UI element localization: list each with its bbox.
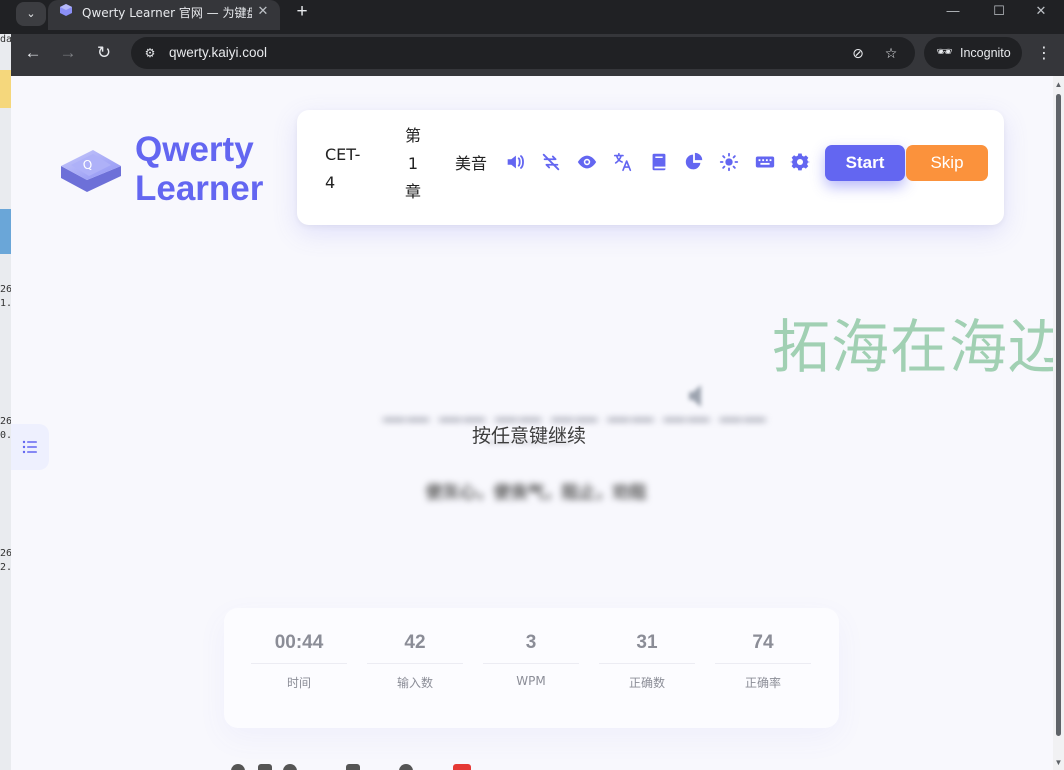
incognito-icon: 🕶 [936,44,953,59]
stat-divider [715,663,811,664]
app-name-line2: Learner [135,169,264,208]
press-any-key-hint: 按任意键继续 [472,425,587,447]
chapter-label-line1: 第 [404,126,421,145]
browser-toolbar: ← → ↻ ⚙ qwerty.kaiyi.cool ⊘ ☆ 🕶 Incognit… [0,34,1064,76]
stat-label: 正确率 [744,676,781,690]
stat-label: 输入数 [396,676,433,690]
page-viewport: Q Qwerty Learner CET- 4 第 1 章 美音 Start S… [11,76,1053,770]
word-list-toggle[interactable] [11,424,49,470]
background-text: 1. [0,298,11,309]
stat-time: 00:44 时间 [251,628,347,698]
stat-divider [367,663,463,664]
scroll-down-icon[interactable]: ▼ [1054,758,1063,767]
site-info-icon[interactable]: ⚙ [139,42,161,64]
header-toolbar: CET- 4 第 1 章 美音 Start Skip [297,110,1004,225]
tab-search-button[interactable]: ⌄ [16,2,46,26]
list-icon [22,440,37,454]
qwerty-favicon-icon [60,4,72,16]
address-bar[interactable]: ⚙ qwerty.kaiyi.cool ⊘ ☆ [131,37,915,69]
back-button[interactable]: ← [20,40,46,66]
minimize-button[interactable]: — [930,0,976,24]
stats-panel: 00:44 时间 42 输入数 3 WPM 31 正确数 74 正确率 [224,608,839,728]
eye-icon[interactable] [576,151,598,173]
bookmark-star-icon[interactable]: ☆ [882,44,900,62]
pie-chart-icon[interactable] [683,151,705,173]
stat-accuracy: 74 正确率 [715,628,811,698]
tab-title: Qwerty Learner 官网 — 为键盘工作者设计的单词与肌肉记忆锻炼软件 [82,6,252,20]
scrollbar-thumb[interactable] [1056,94,1061,736]
background-text: da [0,34,11,45]
keyboard-icon[interactable] [754,151,776,173]
skip-button[interactable]: Skip [906,145,988,181]
stat-divider [599,663,695,664]
background-text: 2. [0,562,11,573]
dictionary-selector[interactable]: CET- 4 [325,141,369,197]
page-scrollbar[interactable]: ▲ ▼ [1053,76,1064,770]
incognito-badge[interactable]: 🕶 Incognito [924,37,1022,69]
footer-icon[interactable] [231,764,245,770]
url-text[interactable]: qwerty.kaiyi.cool [169,45,267,60]
stat-wpm: 3 WPM [483,628,579,698]
gear-icon[interactable] [789,151,811,173]
translate-icon[interactable] [612,151,634,173]
stat-divider [251,663,347,664]
pronunciation-selector[interactable]: 美音 [455,150,487,174]
stat-label: 正确数 [628,676,665,690]
eye-off-icon[interactable]: ⊘ [849,44,867,62]
footer-icon[interactable] [453,764,471,770]
app-logo[interactable]: Q Qwerty Learner [57,128,287,208]
background-block [0,70,11,108]
browser-tab[interactable]: Qwerty Learner 官网 — 为键盘工作者设计的单词与肌肉记忆锻炼软件… [48,0,280,30]
dictionary-label-line1: CET- [325,145,361,164]
tab-strip: ⌄ Qwerty Learner 官网 — 为键盘工作者设计的单词与肌肉记忆锻炼… [0,0,1064,34]
tab-close-icon[interactable]: ✕ [254,2,272,20]
stat-divider [483,663,579,664]
word-translation: 使灰心，使丧气，阻止，劝阻 [425,483,647,503]
loop-off-icon[interactable] [540,151,562,173]
chapter-selector[interactable]: 第 1 章 [402,122,424,206]
footer-icon[interactable] [346,764,360,770]
dictionary-label-line2: 4 [325,173,336,192]
scroll-up-icon[interactable]: ▲ [1054,80,1063,89]
stat-value: 31 [636,632,658,653]
stat-input-count: 42 输入数 [367,628,463,698]
word-speaker-icon[interactable] [687,381,711,411]
keycap-logo-icon: Q [61,150,121,192]
watermark-text: 拓海在海边 [772,313,1053,381]
background-block [0,209,11,254]
footer-icon[interactable] [258,764,272,770]
stat-value: 42 [404,632,426,653]
background-window-strip: da 26 1. 26 0. 26 2. [0,34,11,770]
stat-label: WPM [516,674,546,688]
footer-icon[interactable] [283,764,297,770]
stat-value: 74 [752,632,774,653]
background-text: 26 [0,416,11,427]
stat-value: 3 [525,632,537,653]
stat-correct-count: 31 正确数 [599,628,695,698]
background-text: 26 [0,284,11,295]
app-name: Qwerty Learner [135,130,263,208]
background-text: 0. [0,430,11,441]
incognito-label: Incognito [960,46,1011,60]
speaker-icon[interactable] [504,151,526,173]
stat-value: 00:44 [274,632,324,653]
start-button[interactable]: Start [825,145,905,181]
sun-icon[interactable] [718,151,740,173]
close-window-button[interactable]: ✕ [1018,0,1064,24]
new-tab-button[interactable]: + [290,1,314,25]
chapter-label-line3: 章 [404,182,421,201]
background-text: 26 [0,548,11,559]
maximize-button[interactable]: ☐ [976,0,1022,24]
stat-label: 时间 [286,676,311,690]
footer-icons [231,764,851,770]
footer-icon[interactable] [399,764,413,770]
reload-button[interactable]: ↻ [91,40,117,66]
forward-button[interactable]: → [55,40,81,66]
chapter-label-line2: 1 [407,154,419,173]
app-name-line1: Qwerty [135,130,254,169]
book-icon[interactable] [648,151,670,173]
browser-menu-icon[interactable]: ⋮ [1034,43,1054,63]
